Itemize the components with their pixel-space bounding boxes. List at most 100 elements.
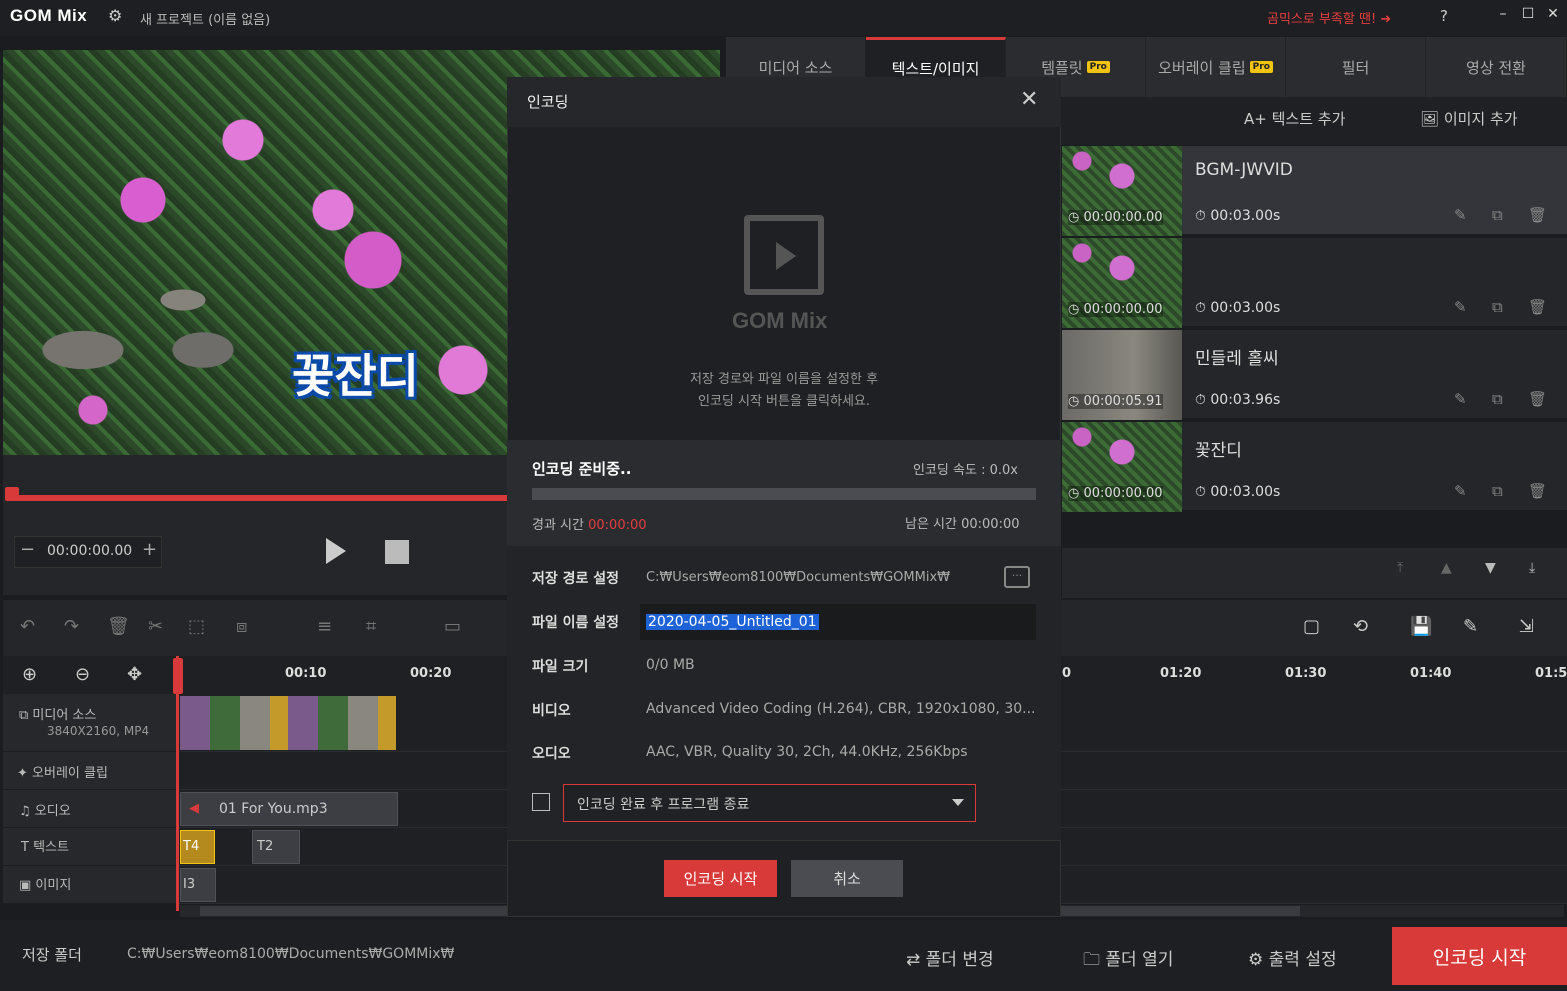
audio-value: AAC, VBR, Quality 30, 2Ch, 44.0KHz, 256K…	[646, 744, 968, 760]
save-as-icon[interactable]: ✎	[1463, 616, 1478, 637]
list-item[interactable]: ◷ 00:00:00.00 /// ⏱ 00:03.00s ✎ ⧉ 🗑	[1062, 238, 1567, 386]
text-clip[interactable]: T2	[252, 830, 300, 864]
fit-icon[interactable]: ✥	[127, 664, 142, 685]
app-logo: GOM Mix	[10, 6, 88, 25]
media-clip-strip[interactable]	[180, 696, 396, 750]
output-settings-button[interactable]: ⚙ 출력 설정	[1248, 945, 1337, 970]
minimize-icon[interactable]: –	[1493, 6, 1513, 26]
filesize-label: 파일 크기	[532, 659, 589, 675]
ruler-tick: 01:20	[1160, 666, 1202, 681]
ruler-tick: 00:10	[285, 666, 327, 681]
encoding-status: 인코딩 준비중..	[532, 460, 632, 478]
seek-handle[interactable]	[5, 487, 19, 501]
filename-value[interactable]: 2020-04-05_Untitled_01	[646, 614, 819, 630]
cut-icon[interactable]: ✂	[148, 616, 163, 637]
list-item[interactable]: ◷ 00:00:05.91 민들레 홀씨 ⏱ 00:03.96s ✎ ⧉ 🗑	[1062, 330, 1567, 420]
browse-folder-icon[interactable]: ···	[1004, 566, 1030, 588]
list-item[interactable]: ◷ 00:00:00.00 꽃잔디 ⏱ 00:03.00s ✎ ⧉ 🗑	[1062, 422, 1567, 512]
save-icon[interactable]: 💾	[1410, 616, 1432, 637]
exit-after-encoding-checkbox[interactable]	[532, 793, 550, 811]
edit-icon[interactable]: ✎	[1454, 298, 1467, 316]
change-folder-button[interactable]: ⇄ 폴더 변경	[906, 945, 994, 970]
pro-badge: Pro	[1086, 61, 1110, 73]
trash-icon[interactable]: 🗑	[107, 616, 130, 637]
move-top-icon[interactable]: ⤒	[1397, 560, 1403, 576]
redo-icon[interactable]: ↷	[64, 616, 79, 637]
close-window-icon[interactable]: ✕	[1543, 6, 1563, 26]
add-image-button[interactable]: 🖼 이미지 추가	[1420, 108, 1518, 129]
image-clip[interactable]: I3	[180, 868, 216, 902]
text-clip[interactable]: T4	[180, 830, 215, 864]
tab-transition[interactable]: 영상 전환	[1426, 37, 1567, 97]
crop-icon[interactable]: ⌗	[366, 616, 376, 637]
duplicate-icon[interactable]: ⧉	[1492, 482, 1503, 500]
ruler-tick: 01:30	[1285, 666, 1327, 681]
dialog-start-button[interactable]: 인코딩 시작	[664, 860, 777, 897]
zoom-out-icon[interactable]: ⊖	[75, 664, 90, 685]
filesize-value: 0/0 MB	[646, 657, 695, 673]
tab-filter[interactable]: 필터	[1286, 37, 1426, 97]
maximize-icon[interactable]: ☐	[1518, 6, 1538, 26]
item-duration: ⏱ 00:03.00s	[1195, 300, 1281, 316]
project-title: 새 프로젝트 (이름 없음)	[140, 13, 271, 28]
media-track-icon: ⧉	[19, 708, 33, 723]
move-up-icon[interactable]: ▲	[1441, 560, 1452, 576]
duplicate-icon[interactable]: ⧉	[1492, 298, 1503, 316]
undo-icon[interactable]: ↶	[20, 616, 35, 637]
open-project-icon[interactable]: ⟲	[1353, 616, 1368, 637]
adjust-icon[interactable]: ≡	[317, 616, 332, 637]
track-audio: ♫ 오디오	[3, 790, 178, 828]
delete-icon[interactable]: 🗑	[1528, 390, 1547, 408]
exit-option-label: 인코딩 완료 후 프로그램 종료	[577, 797, 750, 813]
delete-icon[interactable]: 🗑	[1528, 482, 1547, 500]
seek-bar[interactable]	[12, 495, 507, 501]
dialog-hint-line2: 인코딩 시작 버튼을 클릭하세요.	[697, 394, 870, 409]
add-text-button[interactable]: A+ 텍스트 추가	[1244, 108, 1345, 129]
encode-start-button[interactable]: 인코딩 시작	[1392, 927, 1567, 985]
open-folder-button[interactable]: 🗀 폴더 열기	[1083, 945, 1173, 976]
encoding-speed: 인코딩 속도 : 0.0x	[913, 463, 1018, 478]
item-title: BGM-JWVID	[1195, 160, 1293, 180]
ruler-tick: 01:5	[1535, 666, 1567, 681]
duplicate-icon[interactable]: ⧉	[1492, 390, 1503, 408]
elapsed-time: 경과 시간 00:00:00	[532, 518, 647, 533]
new-project-icon[interactable]: ▢	[1303, 616, 1320, 637]
move-bottom-icon[interactable]: ⤓	[1529, 560, 1535, 576]
settings-gear-icon[interactable]: ⚙	[108, 6, 122, 25]
time-minus-button[interactable]: −	[20, 539, 35, 560]
dialog-cancel-button[interactable]: 취소	[791, 860, 903, 897]
edit-icon[interactable]: ✎	[1454, 390, 1467, 408]
help-button[interactable]: ?	[1440, 7, 1448, 25]
audio-clip[interactable]: ◀ 01 For You.mp3	[180, 792, 398, 826]
output-settings-icon: ⚙	[1248, 950, 1269, 970]
select-icon[interactable]: ⬚	[188, 616, 205, 637]
chevron-down-icon[interactable]	[952, 799, 964, 806]
duplicate-icon[interactable]: ⧉	[1492, 206, 1503, 224]
zoom-in-icon[interactable]: ⊕	[22, 664, 37, 685]
list-item[interactable]: ◷ 00:00:00.00 BGM-JWVID ⏱ 00:03.00s ✎ ⧉ …	[1062, 146, 1567, 236]
dialog-close-icon[interactable]: ✕	[1020, 87, 1038, 112]
split-icon[interactable]: ⧈	[236, 616, 247, 637]
playhead[interactable]	[176, 656, 179, 911]
delete-icon[interactable]: 🗑	[1528, 206, 1547, 224]
image-icon[interactable]: ▭	[444, 616, 461, 637]
item-start-time: ◷ 00:00:05.91	[1068, 394, 1163, 409]
promo-link[interactable]: 곰믹스로 부족할 땐! ➜	[1267, 8, 1391, 27]
edit-icon[interactable]: ✎	[1454, 482, 1467, 500]
logo-play-icon	[776, 242, 796, 270]
delete-icon[interactable]: 🗑	[1528, 298, 1547, 316]
preview-caption: 꽃잔디	[292, 349, 419, 403]
time-plus-button[interactable]: +	[142, 539, 157, 560]
tab-overlay-clip[interactable]: 오버레이 클립 Pro	[1146, 37, 1286, 97]
dialog-title: 인코딩	[527, 93, 569, 111]
play-icon[interactable]	[326, 538, 346, 564]
edit-icon[interactable]: ✎	[1454, 206, 1467, 224]
move-down-icon[interactable]: ▼	[1485, 560, 1496, 576]
item-start-time: ◷ 00:00:00.00	[1068, 486, 1163, 501]
track-image: ▣ 이미지	[3, 866, 178, 904]
stop-icon[interactable]	[385, 540, 409, 564]
track-text: T 텍스트	[3, 828, 178, 866]
playhead-handle[interactable]	[173, 658, 183, 694]
time-value[interactable]: 00:00:00.00	[47, 543, 132, 559]
export-icon[interactable]: ⇲	[1519, 616, 1534, 637]
